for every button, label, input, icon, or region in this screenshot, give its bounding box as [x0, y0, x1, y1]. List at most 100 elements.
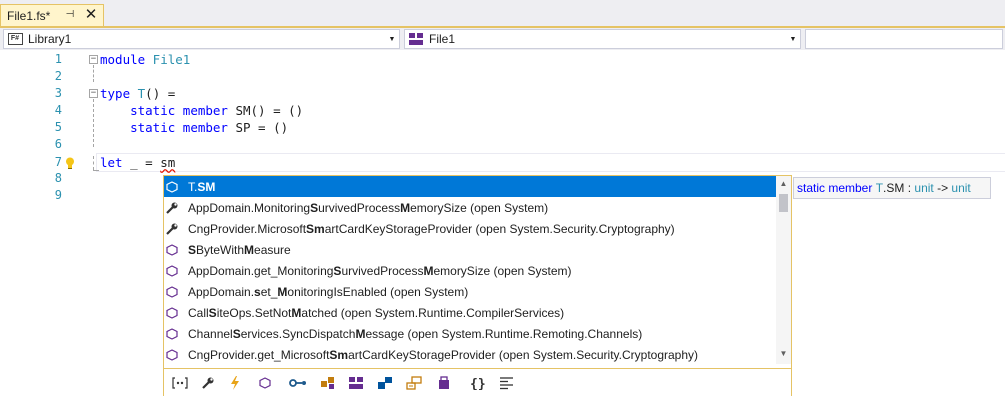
method-filter-icon[interactable]: [255, 373, 275, 393]
completion-item[interactable]: AppDomain.set_MonitoringIsEnabled (open …: [164, 281, 776, 302]
tooltip-type: T: [875, 181, 884, 195]
project-name: Library1: [28, 32, 72, 46]
tab-strip: File1.fs* ⊣ ✕: [0, 0, 1005, 28]
event-filter-icon[interactable]: [225, 373, 245, 393]
line-number: 8: [54, 171, 62, 185]
completion-item-label: CngProvider.MicrosoftSmartCardKeyStorage…: [188, 221, 675, 236]
completion-item[interactable]: CngProvider.get_MicrosoftSmartCardKeySto…: [164, 344, 776, 365]
scope-dropdown[interactable]: File1 ▼: [404, 29, 801, 49]
project-dropdown[interactable]: F# Library1 ▼: [3, 29, 400, 49]
fold-guide: [93, 65, 94, 82]
completion-item-label: AppDomain.get_MonitoringSurvivedProcessM…: [188, 263, 572, 278]
method-icon: [164, 284, 180, 300]
class-filter-icon[interactable]: [346, 373, 366, 393]
completion-item[interactable]: AppDomain.MonitoringSurvivedProcessMemor…: [164, 197, 776, 218]
completion-item-label: SByteWithMeasure: [188, 242, 291, 257]
tooltip-return-type: unit: [951, 181, 971, 195]
member-dropdown[interactable]: [805, 29, 1003, 49]
chevron-down-icon[interactable]: ▼: [786, 36, 800, 43]
module-name: File1: [145, 52, 191, 67]
tab-file1[interactable]: File1.fs* ⊣ ✕: [0, 4, 104, 26]
completion-item[interactable]: SByteWithMeasure: [164, 239, 776, 260]
line-number: 2: [54, 69, 62, 83]
line-number: 6: [54, 137, 62, 151]
keyword-let: let: [100, 155, 123, 170]
collapse-icon[interactable]: −: [89, 89, 98, 98]
keyword-member: member: [182, 103, 228, 118]
line-number: 3: [54, 86, 62, 100]
property-icon: [164, 221, 180, 237]
keyword-module: module: [100, 52, 146, 67]
interface-filter-icon[interactable]: [288, 373, 308, 393]
completion-item-label: AppDomain.MonitoringSurvivedProcessMemor…: [188, 200, 549, 215]
fsharp-project-icon: F#: [7, 32, 23, 46]
module-filter-icon[interactable]: [434, 373, 454, 393]
fold-guide: [93, 156, 94, 170]
type-filter-icon[interactable]: [318, 373, 338, 393]
tab-title: File1.fs*: [7, 8, 51, 23]
completion-item-label: AppDomain.set_MonitoringIsEnabled (open …: [188, 284, 469, 299]
keyword-type: type: [100, 86, 131, 101]
completion-item[interactable]: CallSiteOps.SetNotMatched (open System.R…: [164, 302, 776, 323]
module-icon: [408, 32, 424, 46]
method-icon: [164, 347, 180, 363]
fold-guide: [93, 99, 94, 147]
tooltip-member: .SM :: [883, 181, 915, 195]
code-text: _ =: [122, 155, 161, 170]
tooltip-arrow: ->: [933, 181, 952, 195]
completion-item[interactable]: AppDomain.get_MonitoringSurvivedProcessM…: [164, 260, 776, 281]
collapse-icon[interactable]: −: [89, 55, 98, 64]
close-icon[interactable]: ✕: [83, 7, 99, 23]
keyword-static: static: [130, 103, 176, 118]
navigation-bar: F# Library1 ▼ File1 ▼: [0, 28, 1005, 50]
completion-filter-bar: {}: [164, 368, 791, 396]
scroll-down-icon[interactable]: ▼: [776, 348, 791, 360]
braces-filter-icon[interactable]: {}: [467, 373, 487, 393]
typed-identifier: sm: [160, 155, 176, 170]
tooltip-param-type: unit: [914, 181, 934, 195]
enum-filter-icon[interactable]: [404, 373, 424, 393]
fold-guide-end: [93, 170, 99, 171]
method-icon: [164, 263, 180, 279]
code-line-3: type T() =: [100, 85, 175, 102]
code-text: SM() = (): [227, 103, 304, 118]
current-line-highlight: [96, 153, 1005, 172]
lightbulb-icon[interactable]: [65, 157, 75, 169]
scroll-up-icon[interactable]: ▲: [776, 178, 791, 190]
method-icon: [164, 326, 180, 342]
line-number: 9: [54, 188, 62, 202]
code-text: () =: [145, 86, 176, 101]
completion-scrollbar[interactable]: ▲ ▼: [776, 176, 791, 364]
keyword-static: static: [130, 120, 176, 135]
line-number: 5: [54, 120, 62, 134]
svg-text:{}: {}: [470, 377, 485, 390]
scrollbar-thumb[interactable]: [779, 194, 788, 212]
completion-list: T.SM AppDomain.MonitoringSurvivedProcess…: [163, 175, 792, 396]
fsharp-icon-label: F#: [7, 33, 23, 45]
property-filter-icon[interactable]: [198, 373, 218, 393]
line-number: 4: [54, 103, 62, 117]
line-number: 7: [54, 155, 62, 169]
tooltip-keyword: static member: [797, 181, 873, 195]
keyword-filter-icon[interactable]: [497, 373, 517, 393]
scope-name: File1: [429, 32, 456, 46]
completion-item[interactable]: T.SM: [164, 176, 776, 197]
code-line-5: static member SP = (): [100, 119, 288, 136]
namespace-filter-icon[interactable]: [170, 373, 190, 393]
completion-item[interactable]: ChannelServices.SyncDispatchMessage (ope…: [164, 323, 776, 344]
code-line-4: static member SM() = (): [100, 102, 303, 119]
method-icon: [164, 242, 180, 258]
code-line-1: module File1: [100, 51, 190, 68]
method-icon: [164, 305, 180, 321]
pin-icon[interactable]: ⊣: [63, 8, 77, 22]
chevron-down-icon[interactable]: ▼: [385, 36, 399, 43]
keyword-member: member: [182, 120, 228, 135]
struct-filter-icon[interactable]: [375, 373, 395, 393]
completion-item-label: ChannelServices.SyncDispatchMessage (ope…: [188, 326, 643, 341]
completion-item[interactable]: CngProvider.MicrosoftSmartCardKeyStorage…: [164, 218, 776, 239]
line-number: 1: [54, 52, 62, 66]
completion-item-label: T.SM: [188, 179, 216, 194]
